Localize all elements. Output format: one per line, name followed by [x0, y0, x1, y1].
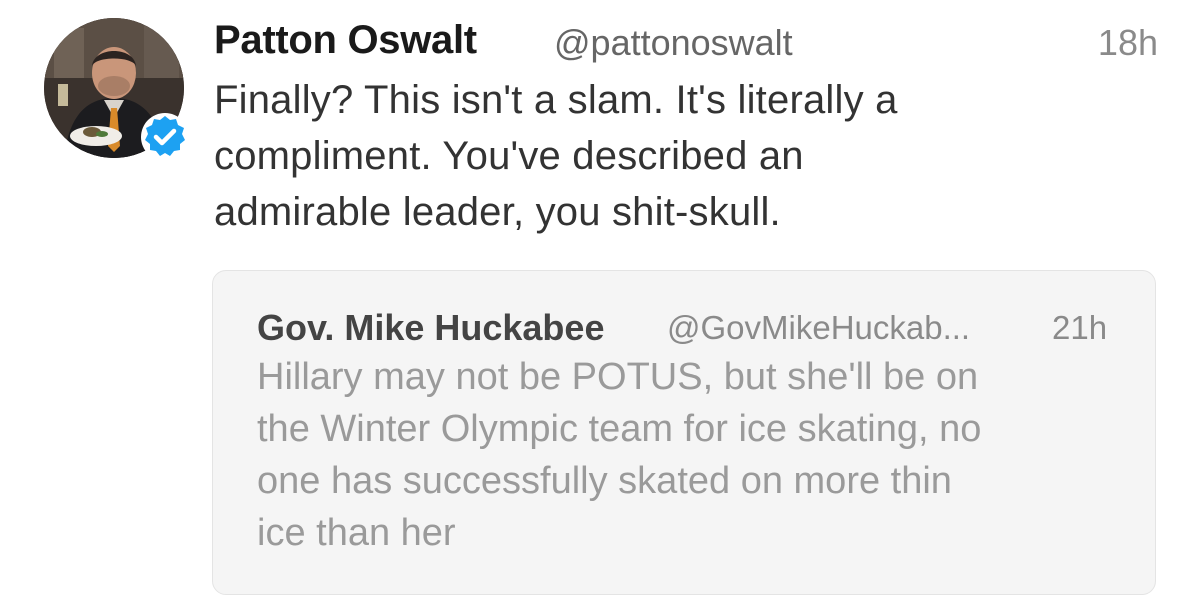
quoted-text-line: the Winter Olympic team for ice skating,… [257, 408, 982, 450]
tweet-text-line: Finally? This isn't a slam. It's literal… [214, 78, 898, 122]
quoted-text-line: one has successfully skated on more thin [257, 460, 952, 502]
quoted-author-handle: @GovMikeHuckab... [667, 309, 971, 346]
author-name[interactable]: Patton Oswalt [214, 18, 477, 63]
tweet-text-line: admirable leader, you shit-skull. [214, 190, 781, 234]
tweet[interactable]: Patton Oswalt @pattonoswalt 18h Finally?… [0, 0, 1200, 612]
quoted-tweet-text: Hillary may not be POTUS, but she'll be … [257, 351, 1137, 559]
quoted-tweet-header: Gov. Mike Huckabee @GovMikeHuckab... 21h [257, 301, 1117, 351]
verified-badge-icon [140, 112, 190, 162]
tweet-text: Finally? This isn't a slam. It's literal… [214, 72, 1154, 240]
quoted-text-line: Hillary may not be POTUS, but she'll be … [257, 356, 979, 398]
tweet-header: Patton Oswalt @pattonoswalt 18h [214, 12, 1160, 70]
author-handle[interactable]: @pattonoswalt [554, 22, 793, 64]
tweet-text-line: compliment. You've described an [214, 134, 804, 178]
tweet-timestamp[interactable]: 18h [1098, 22, 1158, 64]
quoted-tweet-card[interactable]: Gov. Mike Huckabee @GovMikeHuckab... 21h… [212, 270, 1156, 595]
quoted-text-line: ice than her [257, 512, 456, 554]
quoted-tweet-timestamp: 21h [1052, 309, 1108, 346]
quoted-author-name: Gov. Mike Huckabee [257, 307, 605, 348]
